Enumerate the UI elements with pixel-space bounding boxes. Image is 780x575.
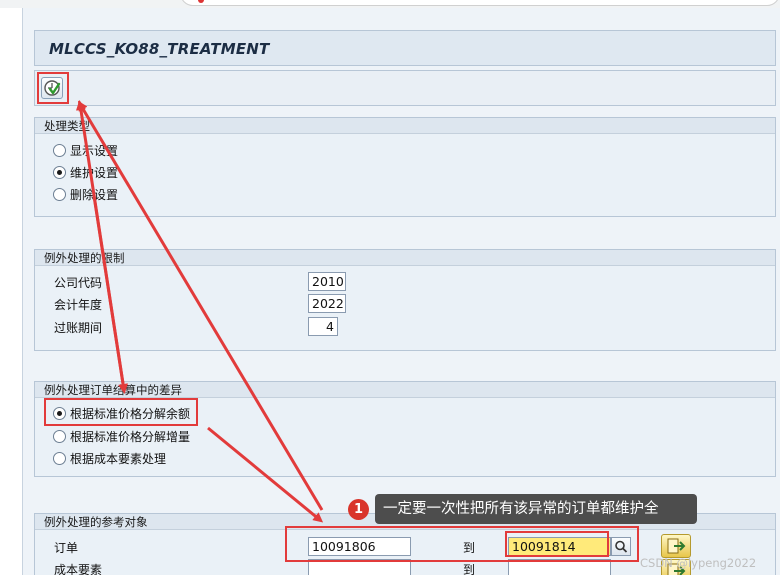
annotation-box-order-to — [505, 531, 609, 557]
radio-label: 根据成本要素处理 — [70, 451, 167, 466]
radio-by-cost-element[interactable]: 根据成本要素处理 — [53, 449, 166, 467]
order-label: 订单 — [54, 541, 79, 555]
radio-button[interactable] — [53, 429, 66, 443]
cost-element-label: 成本要素 — [54, 563, 103, 575]
company-code-label: 公司代码 — [54, 276, 103, 290]
radio-button[interactable] — [53, 451, 66, 465]
browser-tab-strip — [0, 0, 780, 8]
radio-label: 删除设置 — [70, 187, 119, 202]
annotation-callout: 一定要一次性把所有该异常的订单都维护全 — [375, 494, 697, 524]
fiscal-year-label: 会计年度 — [54, 298, 103, 312]
posting-period-label: 过账期间 — [54, 321, 103, 335]
radio-display-settings[interactable]: 显示设置 — [53, 141, 118, 159]
browser-tab[interactable] — [180, 0, 780, 6]
radio-split-increment[interactable]: 根据标准价格分解增量 — [53, 427, 190, 445]
radio-label: 维护设置 — [70, 165, 119, 180]
group-restrictions: 例外处理的限制 公司代码 2010 会计年度 2022 过账期间 4 — [34, 249, 776, 351]
radio-maintain-settings[interactable]: 维护设置 — [53, 163, 118, 181]
group-title: 例外处理的限制 — [35, 250, 775, 266]
application-toolbar — [34, 70, 776, 106]
posting-period-field[interactable]: 4 — [308, 317, 338, 336]
group-variance: 例外处理订单结算中的差异 根据标准价格分解余额 根据标准价格分解增量 根据成本要… — [34, 381, 776, 477]
page-title: MLCCS_KO88_TREATMENT — [49, 40, 270, 58]
group-processing-type: 处理类型 显示设置 维护设置 删除设置 — [34, 117, 776, 217]
radio-delete-settings[interactable]: 删除设置 — [53, 185, 118, 203]
group-title: 处理类型 — [35, 118, 775, 134]
radio-button[interactable] — [53, 165, 66, 179]
radio-label: 显示设置 — [70, 143, 119, 158]
title-bar: MLCCS_KO88_TREATMENT — [34, 30, 776, 66]
fiscal-year-field[interactable]: 2022 — [308, 294, 346, 313]
watermark: CSDN @lypeng2022 — [640, 556, 757, 570]
radio-label: 根据标准价格分解增量 — [70, 429, 191, 444]
company-code-field[interactable]: 2010 — [308, 272, 346, 291]
annotation-badge: 1 — [348, 499, 369, 520]
radio-button[interactable] — [53, 143, 66, 157]
annotation-box-execute — [37, 72, 69, 104]
annotation-box-split-balance — [44, 398, 198, 426]
group-title: 例外处理订单结算中的差异 — [35, 382, 775, 398]
cost-element-to-label: 到 — [463, 563, 476, 575]
radio-button[interactable] — [53, 187, 66, 201]
multiple-selection-button[interactable] — [661, 534, 691, 558]
multiple-selection-arrow-icon — [667, 538, 686, 554]
left-edge — [0, 8, 22, 575]
